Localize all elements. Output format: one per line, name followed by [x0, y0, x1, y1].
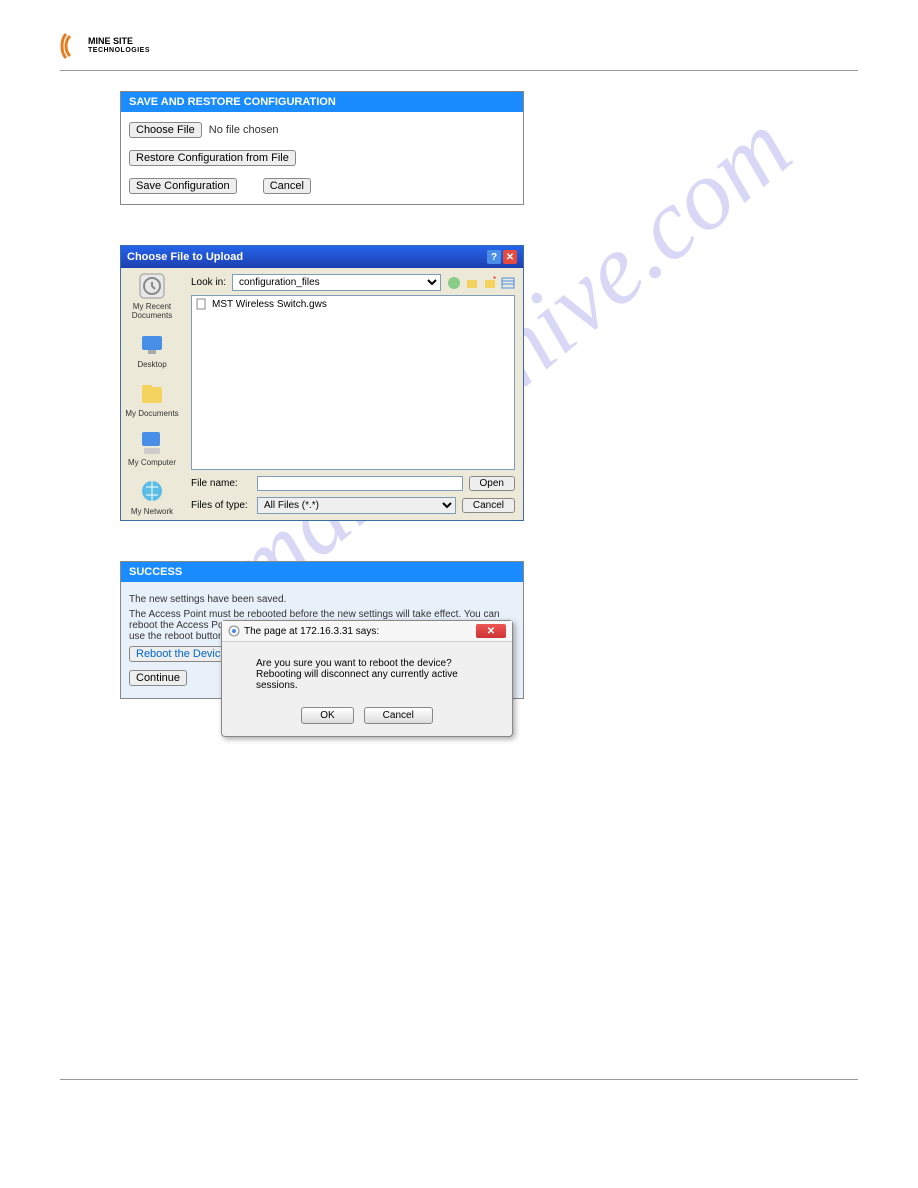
desktop-icon	[138, 330, 166, 358]
file-dialog-title: Choose File to Upload	[127, 251, 243, 263]
sidebar-mydocs-label: My Documents	[125, 409, 178, 418]
open-button[interactable]: Open	[469, 476, 515, 491]
file-upload-dialog: Choose File to Upload ? ✕ My Recent Docu…	[120, 245, 524, 521]
confirm-title-text: The page at 172.16.3.31 says:	[244, 626, 379, 637]
viewmode-icon[interactable]	[501, 276, 515, 290]
filename-input[interactable]	[257, 476, 463, 491]
page-header: MINE SITE TECHNOLOGIES	[60, 30, 858, 71]
file-cancel-button[interactable]: Cancel	[462, 498, 515, 513]
confirm-line2: Rebooting will disconnect any currently …	[256, 669, 488, 691]
filename-label: File name:	[191, 478, 251, 489]
panel3-title: SUCCESS	[121, 562, 523, 582]
recent-docs-icon	[138, 272, 166, 300]
chrome-icon	[228, 625, 240, 637]
back-icon[interactable]	[447, 276, 461, 290]
logo-icon	[60, 30, 84, 62]
filetype-label: Files of type:	[191, 500, 251, 511]
save-config-button[interactable]: Save Configuration	[129, 178, 237, 194]
logo-line1: MINE SITE	[88, 37, 150, 47]
sidebar-desktop-label: Desktop	[137, 360, 166, 369]
svg-text:*: *	[493, 276, 496, 284]
mydocs-icon	[138, 379, 166, 407]
lookin-label: Look in:	[191, 277, 226, 288]
sidebar-recent-documents[interactable]: My Recent Documents	[121, 272, 183, 320]
success-msg1: The new settings have been saved.	[129, 594, 515, 605]
no-file-label: No file chosen	[209, 124, 279, 136]
sidebar-mycomp-label: My Computer	[128, 458, 176, 467]
confirm-dialog: The page at 172.16.3.31 says: ✕ Are you …	[221, 620, 513, 737]
sidebar-mycomputer[interactable]: My Computer	[128, 428, 176, 467]
continue-button[interactable]: Continue	[129, 670, 187, 686]
save-restore-panel: SAVE AND RESTORE CONFIGURATION Choose Fi…	[120, 91, 524, 205]
confirm-close-icon[interactable]: ✕	[476, 624, 506, 638]
file-item[interactable]: MST Wireless Switch.gws	[196, 298, 510, 310]
footer-divider	[60, 1079, 858, 1100]
sidebar-mydocuments[interactable]: My Documents	[125, 379, 178, 418]
restore-config-button[interactable]: Restore Configuration from File	[129, 150, 296, 166]
filetype-select[interactable]: All Files (*.*)	[257, 497, 456, 514]
reboot-button[interactable]: Reboot the Device	[129, 646, 234, 662]
sidebar-recent-label: My Recent Documents	[121, 302, 183, 320]
sidebar-mynetwork[interactable]: My Network	[131, 477, 173, 516]
newfolder-icon[interactable]: *	[483, 276, 497, 290]
file-list-area[interactable]: MST Wireless Switch.gws	[191, 295, 515, 470]
confirm-ok-button[interactable]: OK	[301, 707, 353, 724]
mynetwork-icon	[138, 477, 166, 505]
logo-line2: TECHNOLOGIES	[88, 47, 150, 55]
sidebar-mynet-label: My Network	[131, 507, 173, 516]
confirm-cancel-button[interactable]: Cancel	[364, 707, 433, 724]
file-item-name: MST Wireless Switch.gws	[212, 299, 327, 310]
file-icon	[196, 298, 208, 310]
mycomputer-icon	[138, 428, 166, 456]
close-icon[interactable]: ✕	[503, 250, 517, 264]
up-icon[interactable]	[465, 276, 479, 290]
cancel-button[interactable]: Cancel	[263, 178, 311, 194]
success-panel: SUCCESS The new settings have been saved…	[120, 561, 524, 699]
lookin-select[interactable]: configuration_files	[232, 274, 441, 291]
panel1-title: SAVE AND RESTORE CONFIGURATION	[121, 92, 523, 112]
confirm-line1: Are you sure you want to reboot the devi…	[256, 658, 488, 669]
choose-file-button[interactable]: Choose File	[129, 122, 202, 138]
help-icon[interactable]: ?	[487, 250, 501, 264]
logo: MINE SITE TECHNOLOGIES	[60, 30, 150, 62]
sidebar-desktop[interactable]: Desktop	[137, 330, 166, 369]
